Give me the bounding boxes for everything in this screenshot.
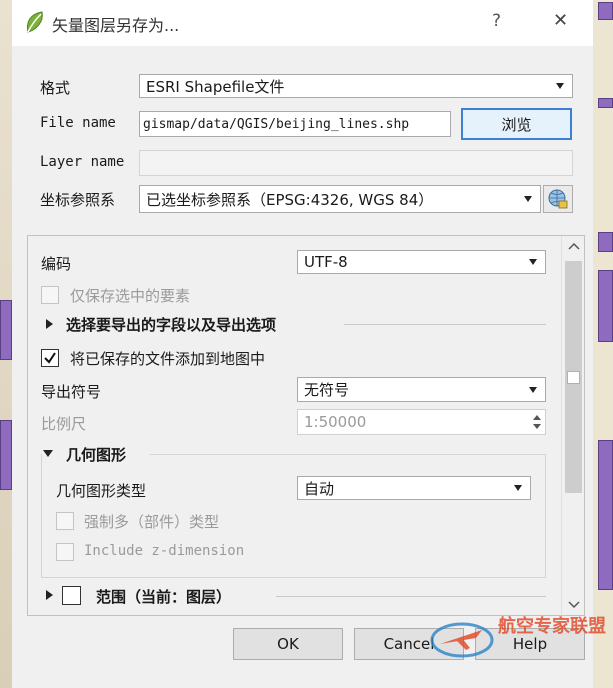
format-label: 格式 (40, 79, 71, 97)
expand-right-icon[interactable] (46, 319, 53, 329)
fields-section-header[interactable]: 选择要导出的字段以及导出选项 (66, 314, 276, 335)
encoding-value: UTF-8 (304, 253, 348, 271)
scale-spinbox[interactable]: 1:50000 (297, 409, 546, 435)
encoding-label: 编码 (41, 255, 72, 273)
vertical-scrollbar[interactable] (561, 236, 584, 615)
map-feature (598, 2, 613, 20)
add-to-map-checkbox[interactable] (41, 349, 59, 367)
map-feature (598, 232, 613, 252)
add-to-map-label: 将已保存的文件添加到地图中 (70, 350, 266, 368)
include-z-checkbox[interactable] (56, 543, 74, 561)
geometry-type-label: 几何图形类型 (56, 482, 147, 500)
crs-value: 已选坐标参照系（EPSG:4326, WGS 84） (146, 190, 434, 209)
expand-right-icon[interactable] (46, 590, 53, 600)
filename-value: gismap/data/QGIS/beijing_lines.shp (143, 116, 410, 132)
chevron-down-icon (524, 196, 532, 202)
selected-only-label: 仅保存选中的要素 (70, 287, 191, 305)
airplane-swoosh-icon (430, 622, 494, 658)
chevron-down-icon (529, 386, 537, 393)
scale-value: 1:50000 (304, 413, 367, 431)
scrollbar-thumb[interactable] (565, 261, 582, 493)
scrollbar-grip (567, 371, 580, 384)
force-multi-label: 强制多（部件）类型 (84, 513, 220, 531)
format-select[interactable]: ESRI Shapefile文件 (139, 74, 573, 98)
close-icon[interactable]: ✕ (553, 10, 568, 31)
watermark-logo: 航空专家联盟 (426, 606, 612, 670)
ok-button[interactable]: OK (233, 628, 343, 660)
crs-label: 坐标参照系 (40, 191, 116, 209)
map-feature (0, 300, 12, 360)
extent-section-header[interactable]: 范围（当前：图层） (96, 586, 231, 607)
chevron-down-icon (556, 83, 564, 89)
format-value: ESRI Shapefile文件 (146, 77, 285, 96)
symbology-label: 导出符号 (41, 383, 102, 401)
geometry-type-select[interactable]: 自动 (297, 476, 531, 500)
extent-checkbox[interactable] (62, 586, 81, 605)
layername-input[interactable] (139, 150, 573, 176)
symbology-select[interactable]: 无符号 (297, 377, 546, 402)
encoding-select[interactable]: UTF-8 (297, 250, 546, 274)
watermark-text: 航空专家联盟 (498, 616, 606, 637)
map-feature (598, 270, 613, 342)
map-feature (598, 98, 613, 108)
map-feature (0, 420, 12, 490)
crs-select[interactable]: 已选坐标参照系（EPSG:4326, WGS 84） (139, 185, 541, 213)
chevron-up-icon[interactable] (568, 242, 580, 250)
save-vector-dialog: 格式 ESRI Shapefile文件 File name gismap/dat… (12, 46, 593, 688)
section-divider (276, 596, 546, 597)
symbology-value: 无符号 (304, 381, 350, 399)
qgis-leaf-icon (27, 11, 43, 33)
browse-button[interactable]: 浏览 (461, 108, 572, 140)
globe-icon (548, 189, 568, 209)
chevron-down-icon (529, 259, 537, 265)
selected-only-checkbox[interactable] (41, 286, 59, 304)
filename-label: File name (40, 115, 116, 131)
help-question-icon[interactable]: ? (492, 11, 501, 31)
ok-button-label: OK (277, 635, 299, 653)
browse-button-label: 浏览 (501, 115, 532, 134)
select-crs-button[interactable] (543, 185, 573, 213)
section-divider (344, 324, 546, 325)
include-z-label: Include z-dimension (84, 543, 245, 559)
options-scroll-area: 编码 UTF-8 仅保存选中的要素 选择要导出的字段以及导出选项 将已保存的文件… (27, 235, 585, 616)
scale-label: 比例尺 (41, 415, 87, 433)
chevron-down-icon (514, 485, 522, 491)
force-multi-checkbox[interactable] (56, 512, 74, 530)
spin-arrows-icon[interactable] (532, 413, 542, 431)
title-bar[interactable]: 矢量图层另存为... ? ✕ (12, 0, 593, 46)
filename-input[interactable]: gismap/data/QGIS/beijing_lines.shp (139, 111, 451, 137)
section-divider (150, 454, 546, 455)
map-feature (598, 440, 613, 590)
layername-label: Layer name (40, 154, 125, 170)
checkmark-icon (44, 352, 56, 364)
window-title: 矢量图层另存为... (52, 16, 180, 35)
geometry-type-value: 自动 (304, 479, 335, 498)
